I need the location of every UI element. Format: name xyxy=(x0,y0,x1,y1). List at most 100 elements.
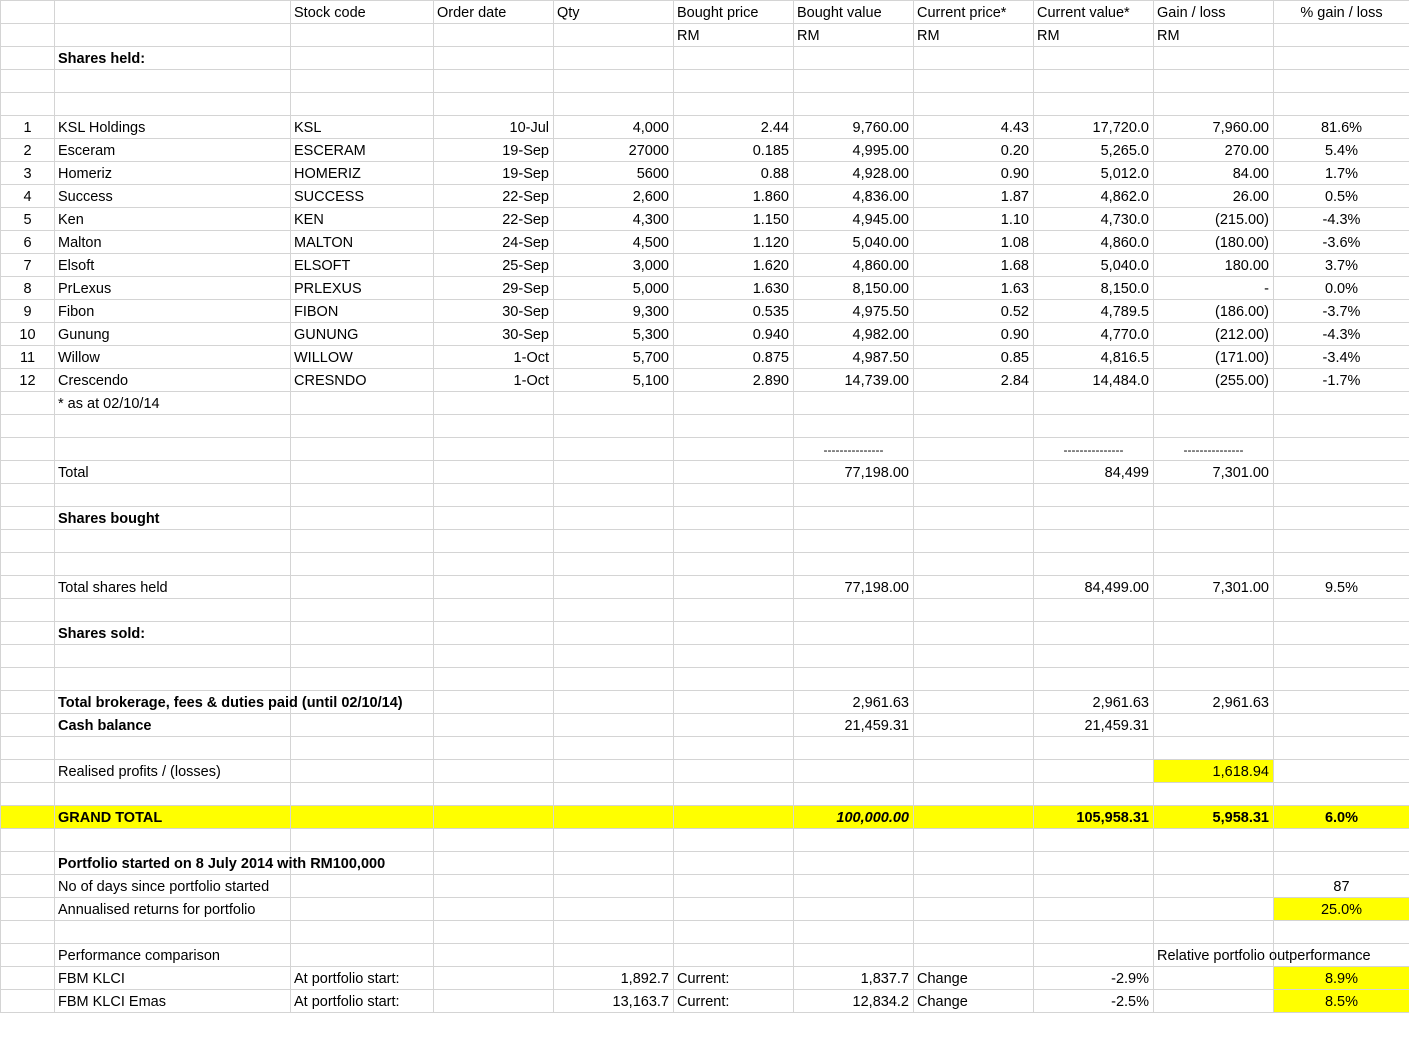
cell[interactable] xyxy=(290,598,434,622)
current-value[interactable]: 12,834.2 xyxy=(793,989,914,1013)
cell[interactable] xyxy=(553,621,674,645)
qty[interactable]: 4,000 xyxy=(553,115,674,139)
current-value[interactable]: 8,150.0 xyxy=(1033,276,1154,300)
cell[interactable] xyxy=(0,391,55,415)
cell[interactable] xyxy=(433,690,554,714)
stock-code[interactable]: PRLEXUS xyxy=(290,276,434,300)
cell[interactable] xyxy=(1033,414,1154,438)
cell[interactable] xyxy=(54,644,291,668)
cell[interactable] xyxy=(1273,736,1409,760)
total-shares-held-label[interactable]: Total shares held xyxy=(54,575,291,599)
cell[interactable] xyxy=(1153,851,1274,875)
header-pct-gain-loss[interactable]: % gain / loss xyxy=(1273,0,1409,24)
cell[interactable] xyxy=(54,598,291,622)
bought-price[interactable]: 0.940 xyxy=(673,322,794,346)
start-value[interactable]: 13,163.7 xyxy=(553,989,674,1013)
cell[interactable] xyxy=(54,667,291,691)
cell[interactable] xyxy=(553,414,674,438)
cell[interactable] xyxy=(1273,851,1409,875)
total-shares-gain-loss[interactable]: 7,301.00 xyxy=(1153,575,1274,599)
cell[interactable] xyxy=(793,897,914,921)
cell[interactable] xyxy=(0,529,55,553)
cell[interactable] xyxy=(673,483,794,507)
cell[interactable] xyxy=(913,874,1034,898)
cell[interactable] xyxy=(0,414,55,438)
cell[interactable] xyxy=(1273,828,1409,852)
cell[interactable] xyxy=(1153,782,1274,806)
cell[interactable] xyxy=(1033,782,1154,806)
stock-code[interactable]: SUCCESS xyxy=(290,184,434,208)
stock-name[interactable]: Crescendo xyxy=(54,368,291,392)
current-price[interactable]: 0.52 xyxy=(913,299,1034,323)
cell[interactable] xyxy=(793,552,914,576)
gain-loss[interactable]: 7,960.00 xyxy=(1153,115,1274,139)
cell[interactable] xyxy=(0,736,55,760)
cell[interactable] xyxy=(673,529,794,553)
cell[interactable] xyxy=(0,644,55,668)
unit-gain-loss[interactable]: RM xyxy=(1153,23,1274,47)
annualised-label[interactable]: Annualised returns for portfolio xyxy=(54,897,291,921)
cell[interactable] xyxy=(673,552,794,576)
gain-loss[interactable]: (186.00) xyxy=(1153,299,1274,323)
qty[interactable]: 27000 xyxy=(553,138,674,162)
annualised-value[interactable]: 25.0% xyxy=(1273,897,1409,921)
cell[interactable] xyxy=(913,920,1034,944)
change-label[interactable]: Change xyxy=(913,989,1034,1013)
cell[interactable] xyxy=(0,805,55,829)
cell[interactable] xyxy=(673,920,794,944)
cell[interactable] xyxy=(793,736,914,760)
cell[interactable] xyxy=(1153,506,1274,530)
dash-bought-value[interactable]: --------------- xyxy=(793,437,914,461)
cell[interactable] xyxy=(913,943,1034,967)
stock-name[interactable]: Ken xyxy=(54,207,291,231)
realised-label[interactable]: Realised profits / (losses) xyxy=(54,759,291,783)
realised-gain-loss[interactable]: 1,618.94 xyxy=(1153,759,1274,783)
grand-total-gain-loss[interactable]: 5,958.31 xyxy=(1153,805,1274,829)
cell[interactable] xyxy=(290,621,434,645)
stock-code[interactable]: ESCERAM xyxy=(290,138,434,162)
cell[interactable] xyxy=(673,437,794,461)
current-price[interactable]: 1.87 xyxy=(913,184,1034,208)
cell[interactable] xyxy=(433,989,554,1013)
cell[interactable] xyxy=(673,690,794,714)
cell[interactable] xyxy=(54,437,291,461)
bought-price[interactable]: 1.150 xyxy=(673,207,794,231)
cell[interactable] xyxy=(673,391,794,415)
pct-gain-loss[interactable]: 1.7% xyxy=(1273,161,1409,185)
note-as-at[interactable]: * as at 02/10/14 xyxy=(54,391,291,415)
current-value[interactable]: 5,040.0 xyxy=(1033,253,1154,277)
stock-code[interactable]: GUNUNG xyxy=(290,322,434,346)
current-value[interactable]: 4,789.5 xyxy=(1033,299,1154,323)
stock-name[interactable]: Esceram xyxy=(54,138,291,162)
portfolio-started-label[interactable]: Portfolio started on 8 July 2014 with RM… xyxy=(54,851,385,875)
bought-value[interactable]: 4,836.00 xyxy=(793,184,914,208)
unit-current-value[interactable]: RM xyxy=(1033,23,1154,47)
total-bought-value[interactable]: 77,198.00 xyxy=(793,460,914,484)
cell[interactable] xyxy=(290,23,434,47)
current-price[interactable]: 1.63 xyxy=(913,276,1034,300)
cell[interactable] xyxy=(54,414,291,438)
cell[interactable] xyxy=(553,575,674,599)
cell[interactable] xyxy=(1273,920,1409,944)
total-current-value[interactable]: 84,499 xyxy=(1033,460,1154,484)
qty[interactable]: 5,700 xyxy=(553,345,674,369)
index-name[interactable]: FBM KLCI xyxy=(54,966,291,990)
cell[interactable] xyxy=(1033,69,1154,93)
bought-price[interactable]: 1.620 xyxy=(673,253,794,277)
cell[interactable] xyxy=(793,46,914,70)
current-value[interactable]: 1,837.7 xyxy=(793,966,914,990)
cell[interactable] xyxy=(290,713,434,737)
cell[interactable] xyxy=(553,943,674,967)
cell[interactable] xyxy=(290,391,434,415)
cell[interactable] xyxy=(1273,506,1409,530)
cell[interactable] xyxy=(290,460,434,484)
cell[interactable] xyxy=(793,483,914,507)
cell[interactable] xyxy=(54,920,291,944)
cell[interactable] xyxy=(673,46,794,70)
order-date[interactable]: 1-Oct xyxy=(433,345,554,369)
pct-gain-loss[interactable]: 5.4% xyxy=(1273,138,1409,162)
dash-gain-loss[interactable]: --------------- xyxy=(1153,437,1274,461)
cell[interactable] xyxy=(0,966,55,990)
stock-code[interactable]: CRESNDO xyxy=(290,368,434,392)
cell[interactable] xyxy=(54,782,291,806)
